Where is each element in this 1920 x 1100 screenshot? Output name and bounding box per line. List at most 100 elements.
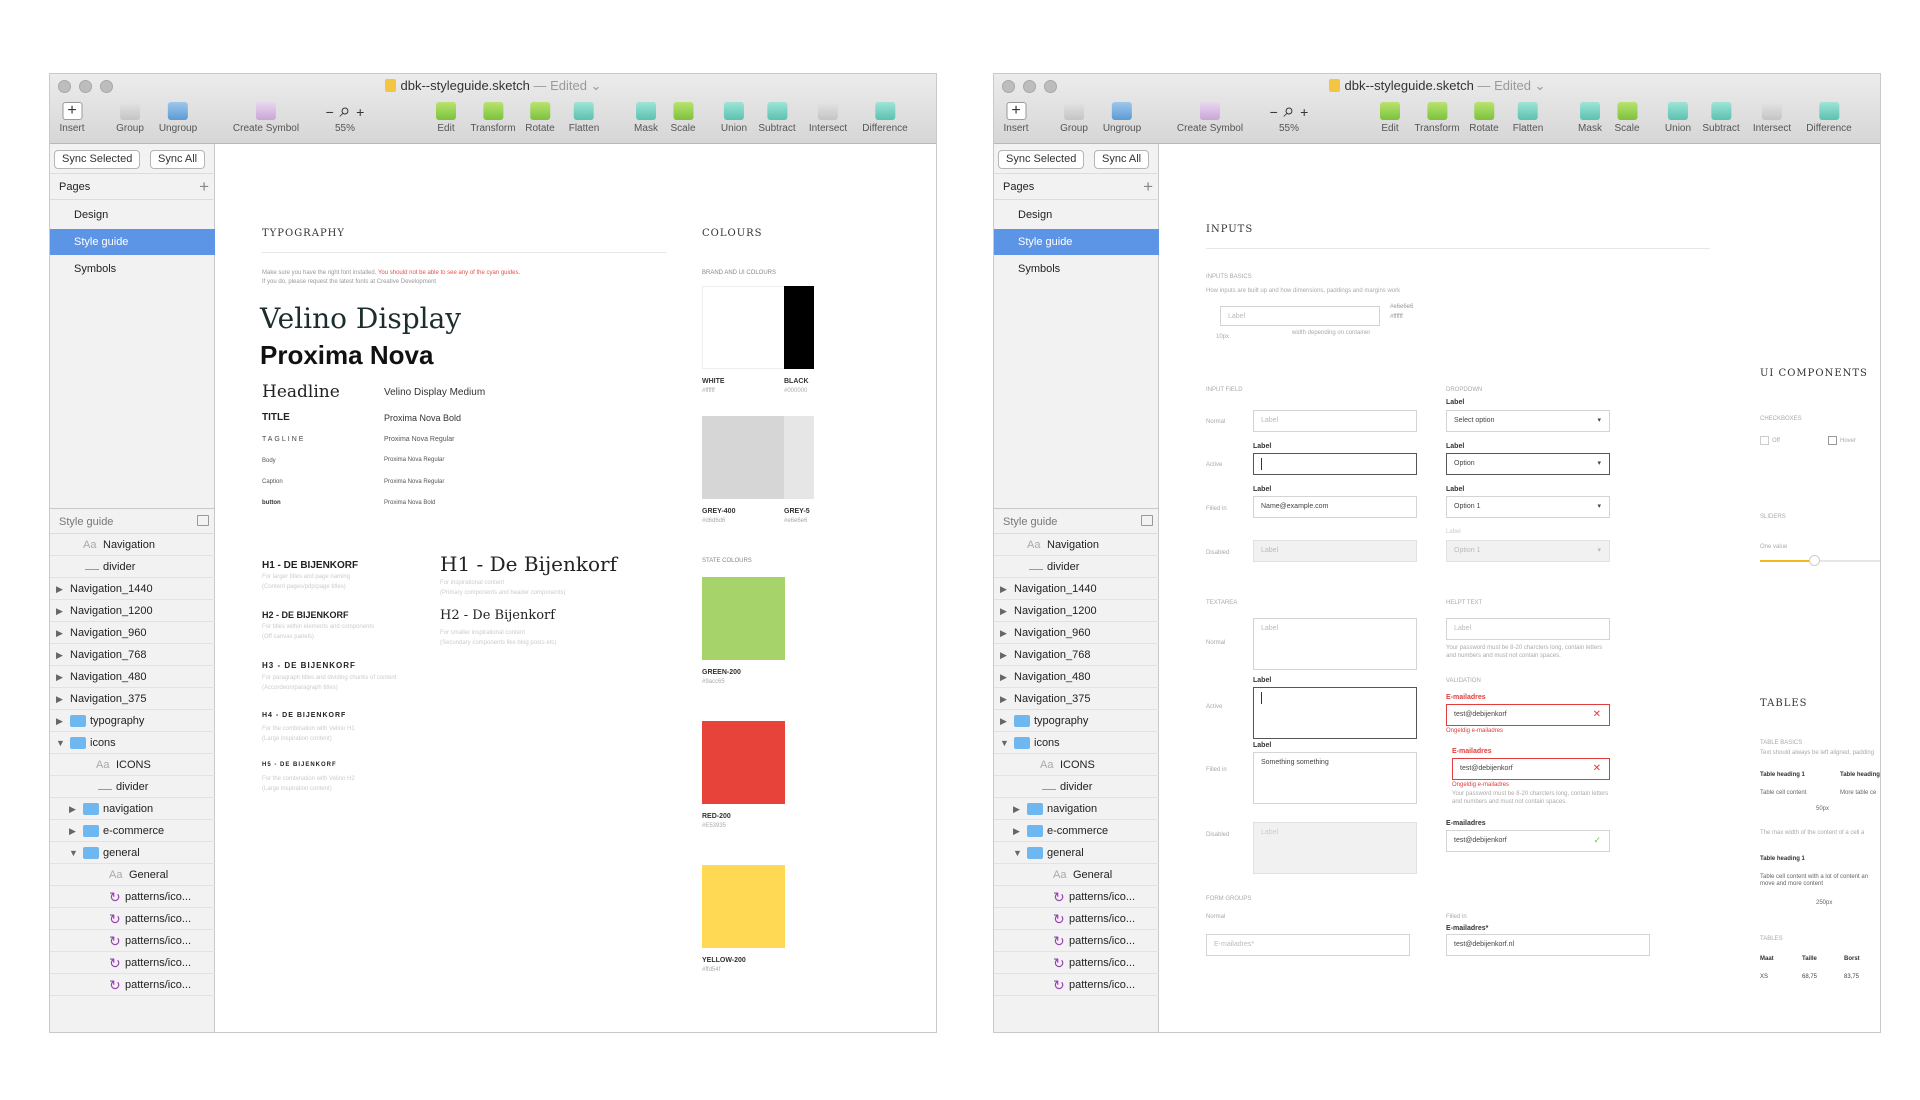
zoom-control[interactable]: − ⌕ +55% — [1259, 100, 1319, 134]
zoom-control[interactable]: − ⌕ +55% — [315, 100, 375, 134]
collapse-icon[interactable] — [1141, 515, 1153, 526]
page-item-design[interactable]: Design — [994, 202, 1159, 228]
edited-menu[interactable]: — Edited ⌄ — [533, 78, 601, 93]
checkbox-off[interactable] — [1760, 436, 1769, 445]
disclosure-closed-icon[interactable]: ▶ — [56, 578, 63, 599]
edit-button[interactable]: Edit — [436, 100, 456, 134]
disclosure-open-icon[interactable]: ▼ — [1013, 842, 1022, 863]
disclosure-closed-icon[interactable]: ▶ — [1000, 710, 1007, 731]
layer-item[interactable]: ▶ typography — [50, 710, 215, 732]
transform-button[interactable]: Transform — [1414, 100, 1460, 134]
disclosure-closed-icon[interactable]: ▶ — [1000, 622, 1007, 643]
layer-item[interactable]: ↻ patterns/ico... — [50, 952, 215, 974]
layer-item[interactable]: ▶ Navigation_960 — [50, 622, 215, 644]
layer-item[interactable]: ▶ Navigation_1440 — [50, 578, 215, 600]
difference-button[interactable]: Difference — [1806, 100, 1852, 134]
layer-item[interactable]: ↻ patterns/ico... — [994, 974, 1159, 996]
layer-item[interactable]: Aa General — [994, 864, 1159, 886]
layer-item[interactable]: Aa Navigation — [994, 534, 1159, 556]
layer-item[interactable]: ▼ icons — [50, 732, 215, 754]
validation-input-ok[interactable]: test@debijenkorf ✓ — [1446, 830, 1610, 852]
layer-item[interactable]: ▶ Navigation_1200 — [994, 600, 1159, 622]
sync-all-button[interactable]: Sync All — [150, 150, 206, 169]
subtract-button[interactable]: Subtract — [758, 100, 796, 134]
group-button[interactable]: Group — [1060, 100, 1088, 134]
intersect-button[interactable]: Intersect — [1753, 100, 1791, 134]
layer-item[interactable]: ▼ general — [994, 842, 1159, 864]
page-item-symbols[interactable]: Symbols — [994, 256, 1159, 282]
rotate-button[interactable]: Rotate — [525, 100, 555, 134]
dropdown-filled[interactable]: Option 1 ▾ — [1446, 496, 1610, 518]
sync-selected-button[interactable]: Sync Selected — [998, 150, 1085, 169]
disclosure-closed-icon[interactable]: ▶ — [56, 644, 63, 665]
input-field-filled[interactable]: Name@example.com — [1253, 496, 1417, 518]
scale-button[interactable]: Scale — [1614, 100, 1640, 134]
disclosure-closed-icon[interactable]: ▶ — [1013, 798, 1020, 819]
layer-item[interactable]: divider — [994, 776, 1159, 798]
insert-button[interactable]: + Insert — [59, 100, 85, 134]
layer-item[interactable]: ▶ navigation — [994, 798, 1159, 820]
disclosure-closed-icon[interactable]: ▶ — [56, 666, 63, 687]
add-page-icon[interactable]: + — [199, 177, 209, 197]
layer-item[interactable]: ↻ patterns/ico... — [50, 974, 215, 996]
mask-button[interactable]: Mask — [1578, 100, 1602, 134]
layer-item[interactable]: divider — [50, 556, 215, 578]
disclosure-closed-icon[interactable]: ▶ — [1000, 600, 1007, 621]
collapse-icon[interactable] — [197, 515, 209, 526]
form-group-input-filled[interactable]: test@debijenkorf.nl — [1446, 934, 1650, 956]
layer-item[interactable]: ↻ patterns/ico... — [50, 930, 215, 952]
helper-text-input[interactable]: Label — [1446, 618, 1610, 640]
slider-track[interactable] — [1760, 555, 1880, 566]
dropdown-normal[interactable]: Select option ▾ — [1446, 410, 1610, 432]
disclosure-open-icon[interactable]: ▼ — [69, 842, 78, 863]
disclosure-closed-icon[interactable]: ▶ — [1000, 666, 1007, 687]
textarea-filled[interactable]: Something something — [1253, 752, 1417, 804]
add-page-icon[interactable]: + — [1143, 177, 1153, 197]
layer-item[interactable]: ▶ Navigation_768 — [994, 644, 1159, 666]
layer-item[interactable]: ▶ Navigation_768 — [50, 644, 215, 666]
canvas[interactable]: INPUTS INPUTS BASICS How inputs are buil… — [1160, 144, 1880, 1032]
rotate-button[interactable]: Rotate — [1469, 100, 1499, 134]
scale-button[interactable]: Scale — [670, 100, 696, 134]
ungroup-button[interactable]: Ungroup — [159, 100, 197, 134]
input-field-active[interactable] — [1253, 453, 1417, 475]
zoom-in-button[interactable]: + — [356, 104, 364, 120]
zoom-out-button[interactable]: − — [326, 104, 334, 120]
disclosure-closed-icon[interactable]: ▶ — [1013, 820, 1020, 841]
edited-menu[interactable]: — Edited ⌄ — [1477, 78, 1545, 93]
layer-item[interactable]: ↻ patterns/ico... — [994, 886, 1159, 908]
layer-item[interactable]: Aa Navigation — [50, 534, 215, 556]
layer-item[interactable]: Aa ICONS — [994, 754, 1159, 776]
textarea-active[interactable] — [1253, 687, 1417, 739]
zoom-in-button[interactable]: + — [1300, 104, 1308, 120]
disclosure-closed-icon[interactable]: ▶ — [1000, 688, 1007, 709]
intersect-button[interactable]: Intersect — [809, 100, 847, 134]
page-item-style-guide[interactable]: Style guide — [994, 229, 1159, 255]
insert-button[interactable]: + Insert — [1003, 100, 1029, 134]
canvas[interactable]: TYPOGRAPHY Make sure you have the right … — [216, 144, 936, 1032]
layer-item[interactable]: ▶ e-commerce — [50, 820, 215, 842]
validation-input-error[interactable]: test@debijenkorf ✕ — [1446, 704, 1610, 726]
layer-item[interactable]: ▶ Navigation_375 — [994, 688, 1159, 710]
layer-item[interactable]: ▶ Navigation_960 — [994, 622, 1159, 644]
page-item-style-guide[interactable]: Style guide — [50, 229, 215, 255]
layer-item[interactable]: ↻ patterns/ico... — [994, 908, 1159, 930]
dropdown-active[interactable]: Option ▾ — [1446, 453, 1610, 475]
layer-item[interactable]: ▶ navigation — [50, 798, 215, 820]
disclosure-closed-icon[interactable]: ▶ — [69, 798, 76, 819]
union-button[interactable]: Union — [721, 100, 747, 134]
disclosure-closed-icon[interactable]: ▶ — [56, 600, 63, 621]
create-symbol-button[interactable]: Create Symbol — [1177, 100, 1243, 134]
sync-all-button[interactable]: Sync All — [1094, 150, 1150, 169]
edit-button[interactable]: Edit — [1380, 100, 1400, 134]
sync-selected-button[interactable]: Sync Selected — [54, 150, 141, 169]
disclosure-closed-icon[interactable]: ▶ — [1000, 578, 1007, 599]
layer-item[interactable]: ↻ patterns/ico... — [50, 908, 215, 930]
layer-item[interactable]: ▼ icons — [994, 732, 1159, 754]
form-group-input-normal[interactable]: E-mailadres* — [1206, 934, 1410, 956]
disclosure-closed-icon[interactable]: ▶ — [69, 820, 76, 841]
disclosure-open-icon[interactable]: ▼ — [1000, 732, 1009, 753]
layer-item[interactable]: ▶ Navigation_375 — [50, 688, 215, 710]
page-item-symbols[interactable]: Symbols — [50, 256, 215, 282]
layer-item[interactable]: ▶ Navigation_1440 — [994, 578, 1159, 600]
